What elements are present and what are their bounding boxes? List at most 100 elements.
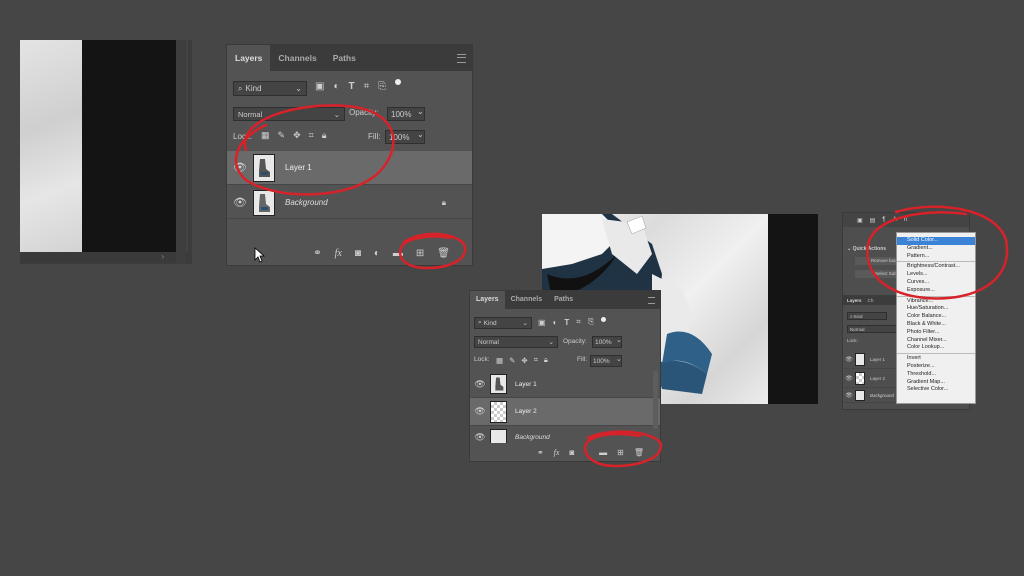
chevron-down-icon[interactable]: ⌄ — [417, 130, 424, 139]
tab-layers[interactable]: Layers — [227, 45, 271, 71]
menu-item-brightness-contrast[interactable]: Brightness/Contrast... — [897, 263, 975, 271]
tab-channels[interactable]: Channels — [270, 45, 324, 71]
adjustment-filter-icon[interactable]: ◐ — [333, 81, 339, 92]
layer-name[interactable]: Layer 1 — [285, 163, 312, 172]
tab-channels[interactable]: Ch — [868, 298, 874, 303]
menu-item-color-balance[interactable]: Color Balance... — [897, 313, 975, 321]
menu-item-solid-color[interactable]: Solid Color... — [897, 237, 975, 245]
lock-image-icon[interactable]: ✎ — [509, 355, 515, 365]
visibility-eye-icon[interactable]: 👁︎ — [227, 196, 253, 209]
lock-all-icon[interactable]: 🔒︎ — [544, 355, 548, 365]
menu-item-pattern[interactable]: Pattern... — [897, 253, 975, 261]
tab-paths[interactable]: Paths — [548, 291, 579, 309]
shape-filter-icon[interactable]: ⌗ — [364, 81, 370, 92]
menu-item-levels[interactable]: Levels... — [897, 271, 975, 279]
lock-all-icon[interactable]: 🔒︎ — [322, 130, 327, 141]
menu-item-threshold[interactable]: Threshold... — [897, 371, 975, 379]
blend-mode-dropdown[interactable]: Normal ⌄ — [474, 336, 558, 348]
filter-toggle-icon[interactable] — [601, 317, 607, 322]
panel-menu-icon[interactable] — [648, 297, 655, 304]
add-mask-icon[interactable]: ◙ — [569, 448, 574, 457]
layer-name[interactable]: Layer 1 — [870, 357, 885, 362]
visibility-eye-icon[interactable]: 👁︎ — [843, 356, 855, 363]
visibility-eye-icon[interactable]: 👁︎ — [843, 375, 855, 382]
visibility-eye-icon[interactable]: 👁︎ — [843, 392, 855, 399]
adjustment-filter-icon[interactable]: ◐ — [553, 317, 558, 327]
menu-item-selective-color[interactable]: Selective Color... — [897, 386, 975, 394]
tool-icon[interactable]: ▤ — [870, 217, 876, 224]
menu-item-exposure[interactable]: Exposure... — [897, 287, 975, 295]
smart-object-filter-icon[interactable]: ⎘ — [378, 81, 386, 92]
chevron-down-icon[interactable]: ⌄ — [417, 107, 424, 116]
artboard-lock-icon[interactable]: ⌗ — [309, 130, 314, 141]
layer-name[interactable]: Layer 2 — [870, 376, 885, 381]
lock-transparent-icon[interactable]: ▦ — [496, 355, 503, 365]
new-adjustment-layer-icon[interactable]: ◐ — [584, 448, 589, 457]
new-layer-icon[interactable]: ⊞ — [416, 248, 424, 259]
layer-name[interactable]: Layer 2 — [515, 408, 537, 415]
blend-mode-dropdown[interactable]: Normal — [847, 325, 897, 333]
layers-scrollbar[interactable] — [653, 371, 658, 429]
layer-name[interactable]: Background — [870, 393, 894, 398]
layer-row-layer-1[interactable]: 👁︎ Layer 1 — [470, 371, 660, 398]
new-adjustment-layer-icon[interactable]: ◐ — [374, 248, 380, 259]
tab-channels[interactable]: Channels — [505, 291, 549, 309]
quick-actions-header[interactable]: ⌄ Quick Actions — [847, 246, 886, 252]
layer-row-layer-2[interactable]: 👁︎ Layer 2 — [470, 398, 660, 426]
menu-item-gradient-map[interactable]: Gradient Map... — [897, 379, 975, 387]
tab-paths[interactable]: Paths — [325, 45, 364, 71]
chevron-down-icon[interactable]: ⌄ — [616, 336, 622, 344]
menu-item-black-white[interactable]: Black & White... — [897, 321, 975, 329]
layer-style-fx-icon[interactable]: fx — [335, 248, 342, 259]
scroll-right-icon[interactable]: › — [161, 252, 164, 261]
image-filter-icon[interactable]: ▣ — [538, 317, 546, 327]
lock-transparent-icon[interactable]: ▦ — [261, 130, 270, 141]
panel-menu-icon[interactable] — [457, 54, 466, 63]
tab-layers[interactable]: Layers — [847, 298, 862, 303]
menu-item-curves[interactable]: Curves... — [897, 279, 975, 287]
lock-position-icon[interactable]: ✥ — [521, 355, 527, 365]
image-filter-icon[interactable]: ▣ — [315, 81, 324, 92]
layer-row-background[interactable]: 👁︎ Background — [843, 389, 903, 403]
smart-object-filter-icon[interactable]: ⎘ — [588, 317, 594, 327]
menu-item-channel-mixer[interactable]: Channel Mixer... — [897, 337, 975, 345]
kind-filter-dropdown[interactable]: ⌕ Kind — [847, 312, 887, 320]
visibility-eye-icon[interactable]: 👁︎ — [470, 379, 490, 390]
visibility-eye-icon[interactable]: 👁︎ — [227, 161, 253, 174]
blend-mode-dropdown[interactable]: Normal ⌄ — [233, 107, 345, 121]
tab-layers[interactable]: Layers — [470, 291, 505, 309]
paragraph-icon[interactable]: ¶ — [882, 217, 885, 223]
type-filter-icon[interactable]: T — [564, 317, 569, 327]
new-layer-icon[interactable]: ⊞ — [617, 448, 624, 457]
delete-layer-trash-icon[interactable]: 🗑︎ — [437, 248, 450, 259]
menu-item-hue-saturation[interactable]: Hue/Saturation... — [897, 305, 975, 313]
layer-name[interactable]: Layer 1 — [515, 381, 537, 388]
artboard-lock-icon[interactable]: ⌗ — [534, 355, 538, 365]
horizontal-scrollbar[interactable]: › — [20, 252, 188, 262]
visibility-eye-icon[interactable]: 👁︎ — [470, 432, 490, 443]
tool-icon[interactable]: A — [893, 217, 897, 223]
menu-item-vibrance[interactable]: Vibrance... — [897, 298, 975, 306]
delete-layer-trash-icon[interactable]: 🗑︎ — [634, 448, 644, 457]
layer-row-layer-1[interactable]: 👁︎ Layer 1 — [227, 151, 472, 185]
layer-row-layer-1[interactable]: 👁︎ Layer 1 — [843, 351, 903, 369]
layer-row-background[interactable]: 👁︎ Background 🔒︎ — [227, 187, 472, 219]
menu-item-color-lookup[interactable]: Color Lookup... — [897, 344, 975, 352]
filter-toggle-icon[interactable] — [395, 79, 402, 85]
type-filter-icon[interactable]: T — [349, 81, 355, 92]
link-layers-icon[interactable]: ⚭ — [537, 448, 544, 457]
tool-icon[interactable]: ▣ — [857, 217, 863, 224]
shape-filter-icon[interactable]: ⌗ — [576, 317, 581, 327]
kind-filter-dropdown[interactable]: ⌕ Kind ⌄ — [233, 81, 307, 96]
tool-icon[interactable]: h — [904, 217, 907, 223]
layer-name[interactable]: Background — [285, 198, 328, 207]
link-layers-icon[interactable]: ⚭ — [313, 248, 321, 259]
kind-filter-dropdown[interactable]: ⌕ Kind ⌄ — [474, 317, 532, 329]
menu-item-posterize[interactable]: Posterize... — [897, 363, 975, 371]
add-mask-icon[interactable]: ◙ — [355, 248, 361, 259]
layer-name[interactable]: Background — [515, 434, 550, 441]
new-group-folder-icon[interactable]: ▬ — [599, 448, 607, 457]
visibility-eye-icon[interactable]: 👁︎ — [470, 406, 490, 417]
new-group-folder-icon[interactable]: ▬ — [393, 248, 403, 259]
chevron-down-icon[interactable]: ⌄ — [616, 355, 622, 363]
